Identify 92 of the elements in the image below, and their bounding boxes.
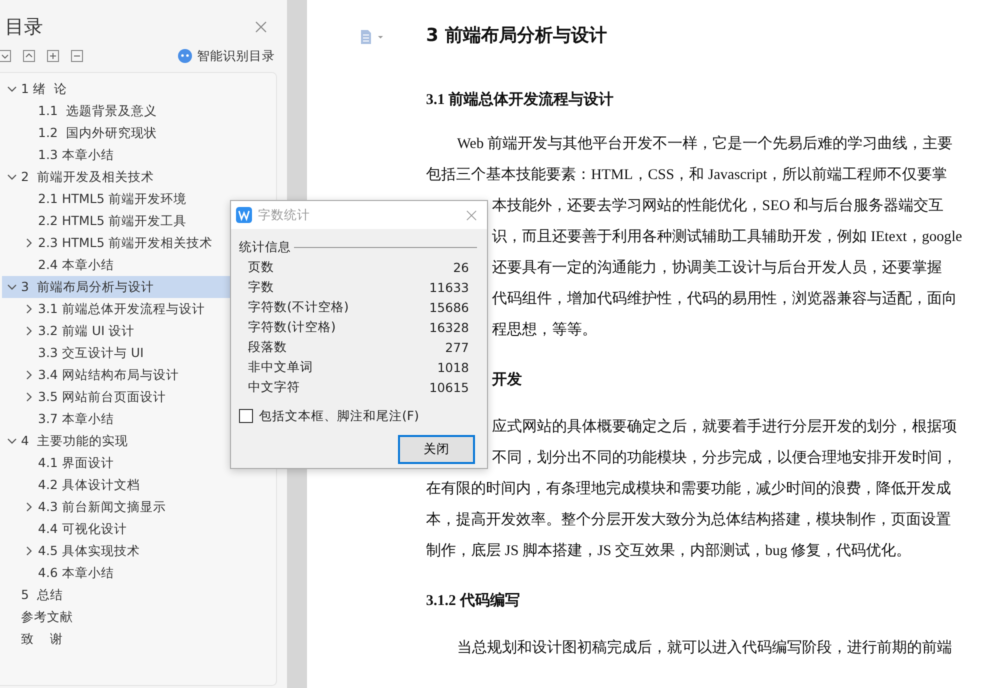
chevron-icon[interactable]: [7, 172, 17, 182]
outline-label: 1.3 本章小结: [38, 146, 114, 164]
outline-item[interactable]: 4.2 具体设计文档: [0, 474, 276, 496]
outline-item[interactable]: 2 前端开发及相关技术: [0, 166, 276, 188]
chevron-icon[interactable]: [24, 370, 34, 380]
chevron-icon[interactable]: [24, 238, 34, 248]
outline-label: 3.4 网站结构布局与设计: [38, 366, 179, 384]
body-text: 制作，底层 JS 脚本搭建，JS 交互效果，内部测试，bug 修复，代码优化。: [426, 541, 911, 561]
outline-label: 2.1 HTML5 前端开发环境: [38, 190, 187, 208]
chevron-icon[interactable]: [24, 546, 34, 556]
robot-icon: [178, 49, 192, 63]
close-button[interactable]: 关闭: [398, 435, 475, 464]
sidebar-title: 目录: [5, 15, 43, 40]
body-text: 本，提高开发效率。整个分层开发大致分为总体结构搭建，模块制作，页面设置: [426, 510, 951, 530]
chevron-icon[interactable]: [24, 392, 34, 402]
outline-label: 4 主要功能的实现: [21, 432, 128, 450]
group-label: 统计信息: [239, 238, 291, 256]
chevron-icon[interactable]: [7, 282, 17, 292]
collapse-all-icon[interactable]: [0, 50, 11, 62]
stat-value: 1018: [437, 360, 469, 374]
body-text: Web 前端开发与其他平台开发不一样，它是一个先易后难的学习曲线，主要: [457, 134, 952, 154]
outline-item[interactable]: 1.2 国内外研究现状: [0, 122, 276, 144]
body-text: 应式网站的具体概要确定之后，就要着手进行分层开发的划分，根据项: [492, 417, 957, 437]
chevron-icon[interactable]: [24, 326, 34, 336]
stat-label: 非中文单词: [248, 358, 313, 376]
stat-value: 15686: [429, 300, 469, 314]
outline-item[interactable]: 5 总结: [0, 584, 276, 606]
outline-label: 1.2 国内外研究现状: [38, 124, 157, 142]
close-icon[interactable]: [255, 21, 267, 33]
body-text: 在有限的时间内，有条理地完成模块和需要功能，减少时间的浪费，降低开发成: [426, 479, 951, 499]
subsection-heading: 3.1.2 代码编写: [426, 591, 520, 611]
plus-icon[interactable]: [47, 50, 59, 62]
stat-value: 26: [453, 260, 469, 274]
outline-label: 2 前端开发及相关技术: [21, 168, 154, 186]
stat-label: 中文字符: [248, 378, 300, 396]
body-text: 本技能外，还要去学习网站的性能优化，SEO 和与后台服务器端交互: [492, 196, 944, 216]
smart-toc-button[interactable]: 智能识别目录: [178, 48, 275, 64]
app-logo-icon: [236, 207, 252, 223]
outline-label: 4.1 界面设计: [38, 454, 114, 472]
stat-value: 277: [445, 340, 469, 354]
body-text: 程思想，等等。: [492, 320, 597, 340]
body-text: 不同，划分出不同的功能模块，分步完成，以便合理地安排开发时间，: [492, 448, 957, 468]
section-heading: 3.1 前端总体开发流程与设计: [426, 90, 614, 110]
outline-label: 2.3 HTML5 前端开发相关技术: [38, 234, 213, 252]
minus-icon[interactable]: [71, 50, 83, 62]
stat-value: 11633: [429, 280, 469, 294]
outline-item[interactable]: 1.3 本章小结: [0, 144, 276, 166]
outline-label: 3.5 网站前台页面设计: [38, 388, 166, 406]
stat-label: 段落数: [248, 338, 287, 356]
outline-label: 4.5 具体实现技术: [38, 542, 140, 560]
stat-label: 字符数(不计空格): [248, 298, 349, 316]
close-icon[interactable]: [466, 210, 477, 220]
outline-label: 3.1 前端总体开发流程与设计: [38, 300, 205, 318]
stat-value: 10615: [429, 380, 469, 394]
stat-label: 字数: [248, 278, 274, 296]
chevron-icon[interactable]: [24, 304, 34, 314]
body-text: 当总规划和设计图初稿完成后，就可以进入代码编写阶段，进行前期的前端: [457, 638, 952, 658]
chapter-heading: 3 前端布局分析与设计: [426, 24, 607, 48]
checkbox-label: 包括文本框、脚注和尾注(F): [259, 408, 419, 424]
outline-item[interactable]: 4.3 前台新闻文摘显示: [0, 496, 276, 518]
outline-label: 致 谢: [21, 630, 63, 648]
outline-item[interactable]: 致 谢: [0, 628, 276, 650]
outline-item[interactable]: 1 绪 论: [0, 78, 276, 100]
outline-item[interactable]: 4.5 具体实现技术: [0, 540, 276, 562]
body-text: 包括三个基本技能要素：HTML，CSS，和 Javascript，所以前端工程师不仅要掌: [426, 166, 948, 185]
outline-label: 4.6 本章小结: [38, 564, 114, 582]
outline-item[interactable]: 参考文献: [0, 606, 276, 628]
outline-label: 1.1 选题背景及意义: [38, 102, 157, 120]
body-text: 代码组件，增加代码维护性，代码的易用性，浏览器兼容与适配，面向: [492, 289, 957, 309]
outline-item[interactable]: 4.4 可视化设计: [0, 518, 276, 540]
expand-up-icon[interactable]: [23, 50, 35, 62]
chevron-icon[interactable]: [7, 436, 17, 446]
chevron-icon[interactable]: [7, 84, 17, 94]
chevron-icon[interactable]: [24, 502, 34, 512]
outline-item[interactable]: 1.1 选题背景及意义: [0, 100, 276, 122]
stat-label: 字符数(计空格): [248, 318, 336, 336]
subsection-heading: 开发: [492, 370, 522, 390]
outline-label: 3 前端布局分析与设计: [21, 278, 154, 296]
outline-item[interactable]: 4.6 本章小结: [0, 562, 276, 584]
stat-value: 16328: [429, 320, 469, 334]
outline-label: 4.3 前台新闻文摘显示: [38, 498, 166, 516]
outline-label: 参考文献: [21, 608, 73, 626]
outline-label: 1 绪 论: [21, 80, 67, 98]
outline-label: 3.2 前端 UI 设计: [38, 322, 135, 340]
stat-label: 页数: [248, 258, 274, 276]
body-text: 还要具有一定的沟通能力，协调美工设计与后台开发人员，还要掌握: [492, 258, 942, 278]
outline-label: 4.2 具体设计文档: [38, 476, 140, 494]
checkbox[interactable]: [239, 409, 253, 423]
outline-label: 4.4 可视化设计: [38, 520, 127, 538]
outline-item[interactable]: 4 主要功能的实现: [0, 430, 276, 452]
body-text: 识，而且还要善于利用各种测试辅助工具辅助开发，例如 IEtext，google: [492, 227, 962, 247]
outline-label: 5 总结: [21, 586, 63, 604]
